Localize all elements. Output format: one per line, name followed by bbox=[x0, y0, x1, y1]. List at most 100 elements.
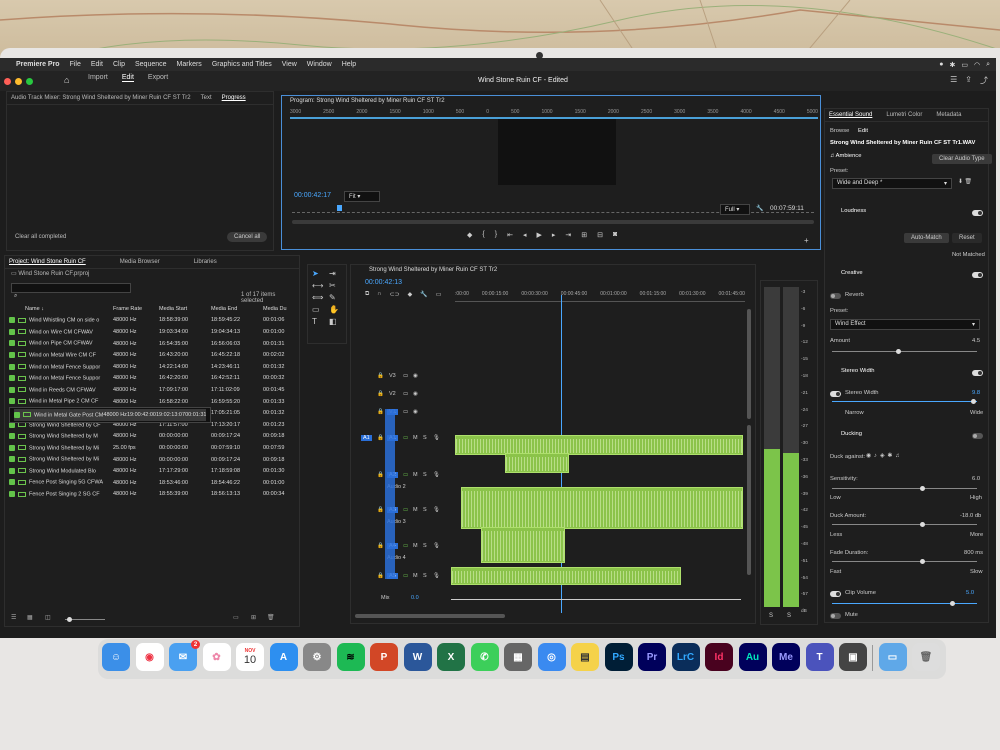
dock-app-messages[interactable]: ✆ bbox=[470, 643, 499, 671]
dock-app-ps[interactable]: Ps bbox=[604, 643, 633, 671]
col-media-duration[interactable]: Media Du bbox=[263, 303, 299, 315]
tab-project[interactable]: Project: Wind Stone Ruin CF bbox=[9, 259, 86, 265]
track-select-icon[interactable]: ⇥ bbox=[329, 269, 343, 278]
table-row[interactable]: Wind on Pipe CM CFWAV 48000 Hz 16:54:35:00… bbox=[9, 338, 299, 350]
dock-app-safari[interactable]: ◎ bbox=[537, 643, 566, 671]
slip-icon[interactable]: ⟺ bbox=[312, 293, 326, 302]
mic-icon[interactable]: 🎙 bbox=[433, 435, 440, 441]
caption-icon[interactable]: ◧ bbox=[329, 317, 343, 326]
mute-button[interactable]: M bbox=[413, 472, 418, 478]
video-preview[interactable] bbox=[498, 119, 616, 185]
col-media-end[interactable]: Media End bbox=[211, 303, 263, 315]
audio-scrollbar[interactable] bbox=[747, 425, 751, 575]
marker-icon[interactable]: ◆ bbox=[467, 231, 472, 239]
type-icon[interactable]: T bbox=[312, 317, 326, 326]
solo-right-button[interactable]: S bbox=[787, 613, 791, 619]
dock-app-excel[interactable]: X bbox=[437, 643, 465, 671]
razor-icon[interactable]: ✂ bbox=[329, 281, 343, 290]
battery-icon[interactable]: ▭ bbox=[961, 61, 968, 69]
icon-view-icon[interactable]: ▦ bbox=[27, 614, 33, 621]
step-forward-icon[interactable]: ▸ bbox=[552, 231, 556, 239]
dock-app-teams[interactable]: T bbox=[805, 643, 834, 671]
tab-import[interactable]: Import bbox=[88, 74, 108, 82]
timeline-ruler[interactable]: :00:00 00:00:15:00 00:00:30:00 00:00:45:00 0… bbox=[455, 291, 745, 297]
close-window-button[interactable] bbox=[4, 77, 11, 85]
table-row[interactable]: Strong Wind Sheltered by M 48000 Hz 00:00:… bbox=[9, 431, 299, 443]
lock-icon[interactable]: 🔒 bbox=[377, 391, 384, 397]
zoom-slider[interactable] bbox=[65, 617, 105, 622]
timeline-hscrollbar[interactable] bbox=[355, 614, 505, 618]
table-row[interactable]: Wind in Reeds CM CFWAV 48000 Hz 17:09:17:0… bbox=[9, 384, 299, 396]
fit-dropdown[interactable]: Fit ▾ bbox=[344, 191, 380, 202]
video-scrollbar[interactable] bbox=[747, 309, 751, 419]
solo-button[interactable]: S bbox=[423, 435, 427, 441]
dock-app-id[interactable]: Id bbox=[705, 643, 733, 671]
trash-icon[interactable]: 🗑 bbox=[267, 614, 275, 621]
wrench-settings-icon[interactable]: 🔧 bbox=[420, 291, 427, 298]
mix-value[interactable]: 0.0 bbox=[411, 595, 419, 601]
bluetooth-icon[interactable]: ✱ bbox=[949, 61, 955, 69]
mark-out-icon[interactable]: } bbox=[495, 231, 497, 239]
zoom-window-button[interactable] bbox=[26, 77, 33, 85]
creative-toggle[interactable] bbox=[972, 272, 983, 278]
audio-track-header[interactable]: 🔒A4▭MS🎙Audio 4 bbox=[351, 541, 443, 569]
eye-icon[interactable]: ◉ bbox=[413, 373, 418, 379]
lock-icon[interactable]: 🔒 bbox=[377, 507, 384, 513]
audio-track-header[interactable]: 🔒A5▭MS🎙 bbox=[351, 571, 443, 589]
dock-app-chrome[interactable]: ◉ bbox=[135, 643, 164, 671]
sync-icon[interactable]: ▭ bbox=[403, 573, 408, 579]
table-row[interactable]: Fence Post Singing 5G CFWA 48000 Hz 18:53:… bbox=[9, 477, 299, 489]
table-row[interactable]: Wind on Metal Fence Suppor 48000 Hz 14:22:… bbox=[9, 361, 299, 373]
captions-icon[interactable]: ▭ bbox=[436, 291, 442, 298]
dock-app-spotify[interactable]: ≋ bbox=[336, 643, 365, 671]
sensitivity-slider[interactable] bbox=[832, 486, 977, 491]
stereo-width-toggle[interactable] bbox=[972, 370, 983, 376]
insert-icon[interactable]: ⊞ bbox=[581, 231, 587, 239]
dock-app-calendar[interactable]: NOV 10 bbox=[236, 643, 264, 671]
clip-volume-slider[interactable] bbox=[832, 601, 977, 606]
dock-app-notebook[interactable]: ▣ bbox=[839, 643, 867, 671]
audio-track-header[interactable]: A1🔒A1▭MS🎙 bbox=[351, 433, 443, 459]
table-row[interactable]: Strong Wind Modulated Blo 48000 Hz 17:17:2… bbox=[9, 465, 299, 477]
sync-icon[interactable]: ▭ bbox=[403, 391, 408, 397]
menu-window[interactable]: Window bbox=[307, 61, 332, 68]
sync-icon[interactable]: ▭ bbox=[403, 409, 408, 415]
dock-app-au[interactable]: Au bbox=[738, 643, 767, 671]
tab-export[interactable]: Export bbox=[148, 74, 168, 82]
goto-out-icon[interactable]: ⇥ bbox=[565, 231, 571, 239]
tab-metadata[interactable]: Metadata bbox=[936, 112, 961, 118]
mark-in-icon[interactable]: { bbox=[482, 231, 484, 239]
clear-audio-type-button[interactable]: Clear Audio Type bbox=[932, 154, 992, 164]
subtab-edit[interactable]: Edit bbox=[858, 128, 868, 134]
lock-icon[interactable]: 🔒 bbox=[377, 573, 384, 579]
auto-match-button[interactable]: Auto-Match bbox=[904, 233, 949, 243]
table-row[interactable]: Wind on Wire CM CFWAV 48000 Hz 19:03:34:00… bbox=[9, 326, 299, 338]
sequence-tab[interactable]: Strong Wind Sheltered by Miner Ruin CF S… bbox=[369, 267, 497, 273]
tab-audio-track-mixer[interactable]: Audio Track Mixer: Strong Wind Sheltered… bbox=[11, 95, 191, 101]
dock-app-trash[interactable]: 🗑 bbox=[912, 643, 940, 671]
duck-amount-value[interactable]: -18.0 db bbox=[960, 513, 981, 519]
workspaces-icon[interactable]: ☰ bbox=[950, 75, 957, 86]
linked-icon[interactable]: ⊂⊃ bbox=[390, 291, 400, 298]
audio-clip[interactable] bbox=[505, 453, 569, 473]
mute-button[interactable]: M bbox=[413, 507, 418, 513]
sensitivity-value[interactable]: 6.0 bbox=[972, 476, 980, 482]
loudness-section[interactable]: Loudness bbox=[841, 208, 866, 214]
mic-icon[interactable]: 🎙 bbox=[433, 543, 440, 549]
solo-button[interactable]: S bbox=[423, 507, 427, 513]
list-view-icon[interactable]: ☰ bbox=[11, 614, 16, 621]
dock-app-word[interactable]: W bbox=[403, 643, 432, 671]
zoom-scrollbar[interactable] bbox=[292, 220, 814, 224]
dock-app-settings[interactable]: ⚙ bbox=[303, 643, 331, 671]
hand-icon[interactable]: ✋ bbox=[329, 305, 343, 314]
dock-app-finder[interactable]: ☺ bbox=[102, 643, 130, 671]
mute-button[interactable]: M bbox=[413, 435, 418, 441]
tab-progress[interactable]: Progress bbox=[222, 95, 246, 101]
tab-lumetri-color[interactable]: Lumetri Color bbox=[886, 112, 922, 118]
menu-clip[interactable]: Clip bbox=[113, 61, 125, 68]
home-icon[interactable]: ⌂ bbox=[64, 75, 69, 85]
snap-icon[interactable]: ∩ bbox=[377, 291, 381, 298]
duck-against-icons[interactable]: ◉♪◈✱♫ bbox=[866, 453, 903, 459]
menu-file[interactable]: File bbox=[70, 61, 81, 68]
dock-app-mail[interactable]: ✉ 2 bbox=[169, 640, 200, 671]
